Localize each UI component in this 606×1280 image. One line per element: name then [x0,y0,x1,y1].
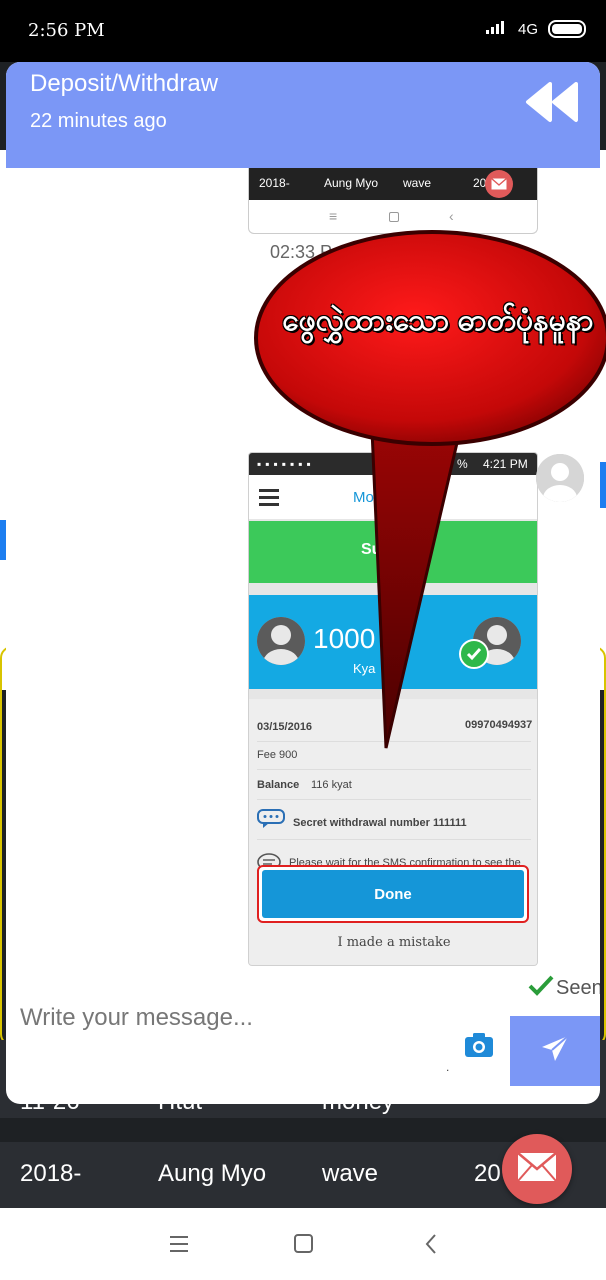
network-type: 4G [517,20,538,38]
image-fee: Fee 900 [257,749,298,761]
send-icon [540,1034,570,1069]
check-icon [528,974,554,1002]
mail-fab-button[interactable] [502,1134,572,1204]
back-icon: ‹ [449,208,454,224]
image-table-row: 2018- Aung Myo wave 20 [249,168,537,200]
divider [257,769,531,770]
image-amount: 1000 [313,623,376,654]
chat-image-previous[interactable]: 2018- Aung Myo wave 20 ≡ ‹ [248,168,538,234]
modal-title: Deposit/Withdraw [30,70,219,97]
modal-header: Deposit/Withdraw 22 minutes ago [6,62,600,168]
home-icon [389,212,399,222]
img-cell: wave [403,176,432,190]
image-mistake-link: I made a mistake [337,935,451,950]
image-transaction-details: 03/15/2016 09970494937 Fee 900 Balance 1… [249,699,537,965]
mail-icon [517,1151,557,1187]
image-app-title: Mo [353,489,374,506]
seen-status: Seen [528,974,600,1002]
home-icon[interactable] [290,1230,318,1258]
send-button[interactable] [510,1016,600,1086]
bg-cell: wave [322,1160,379,1187]
signal-icon [485,20,508,38]
bg-cell: Aung Myo [158,1160,267,1187]
image-success-banner: Su [249,521,537,583]
system-nav-bar [0,1208,606,1280]
avatar [536,454,584,502]
image-notification-icons: ▪▪▪▪▪▪▪ [257,457,315,471]
image-status-time: 4:21 PM [483,457,528,471]
chat-image-screenshot[interactable]: ▪▪▪▪▪▪▪ % 4:21 PM Mo Su 1000 Kya 03/15/2… [248,452,538,966]
image-balance-label: Balance [257,779,300,791]
status-bar: 2:56 PM 4G [0,0,606,62]
status-icons: 4G [485,20,586,38]
image-app-bar: Mo [249,475,537,519]
camera-button[interactable] [464,1032,494,1058]
image-secret-number: Secret withdrawal number 111111 [293,817,467,829]
camera-icon [464,1033,494,1062]
menu-icon[interactable] [166,1230,194,1258]
image-nav-bar: ≡ ‹ [249,206,537,230]
message-input[interactable] [20,996,450,1040]
image-battery: % [457,457,468,471]
chat-bubble-icon [257,809,285,834]
image-avatar-left [257,617,305,665]
image-date: 03/15/2016 [257,721,313,733]
image-menu-icon [259,487,279,512]
img-cell: 2018- [259,176,290,190]
image-done-button-highlight: Done [257,865,529,923]
bg-cell: 20 [474,1160,501,1187]
chat-modal: Deposit/Withdraw 22 minutes ago 2018- Au… [6,62,600,1104]
image-done-button: Done [262,870,524,918]
image-amount-unit: Kya [353,661,376,676]
check-icon [459,639,489,669]
img-cell: Aung Myo [324,176,379,190]
divider [257,799,531,800]
composer-dot: . [446,1060,450,1074]
menu-icon: ≡ [329,208,338,224]
seen-label: Seen [556,976,600,999]
image-balance-value: 116 kyat [311,779,352,791]
rewind-icon[interactable] [524,80,580,129]
callout-text: ဖွေလွှဲထားသော ဓာတ်ပုံနမူနာ [282,304,594,337]
mail-icon [485,170,513,198]
image-phone-number: 09970494937 [465,719,533,731]
modal-subtitle: 22 minutes ago [30,110,167,132]
divider [257,741,531,742]
message-time: 02:33 P [270,242,333,262]
bg-cell: 2018- [20,1160,82,1187]
image-status-bar: ▪▪▪▪▪▪▪ % 4:21 PM [249,453,537,475]
divider [257,839,531,840]
image-success-label: Su [361,541,382,558]
status-time: 2:56 PM [28,20,105,41]
back-icon[interactable] [418,1230,446,1258]
image-transfer-card: 1000 Kya [249,595,537,689]
battery-icon [548,20,586,38]
